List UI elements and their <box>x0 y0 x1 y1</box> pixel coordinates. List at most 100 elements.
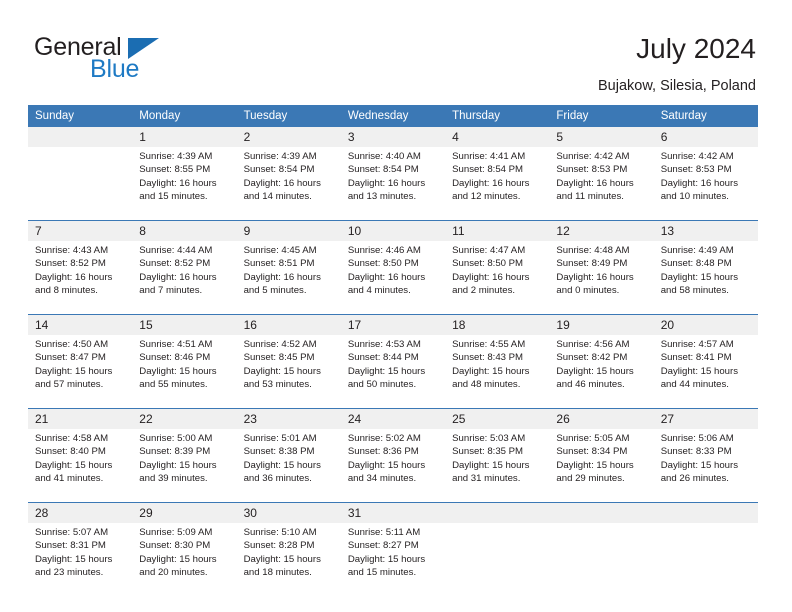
day-number[interactable]: 7 <box>28 220 133 241</box>
sunset-text: Sunset: 8:52 PM <box>35 258 106 270</box>
day-number[interactable]: 30 <box>236 502 341 523</box>
day-number[interactable]: 6 <box>653 127 758 147</box>
day-number[interactable]: 31 <box>340 502 446 523</box>
day-number[interactable]: 14 <box>28 314 133 335</box>
daylight-text: Daylight: 15 hours <box>347 459 426 471</box>
sunrise-text: Sunrise: 5:05 AM <box>556 433 630 444</box>
day-number[interactable]: 24 <box>340 408 446 429</box>
calendar-body: 1 2 3 4 5 6 Sunrise: 4:39 AM Sunset: 8:5… <box>28 127 758 596</box>
week-3-details: Sunrise: 4:50 AM Sunset: 8:47 PM Dayligh… <box>28 335 758 409</box>
sunrise-text: Sunrise: 4:58 AM <box>35 433 109 444</box>
day-details: Sunrise: 4:48 AM Sunset: 8:49 PM Dayligh… <box>549 241 654 315</box>
brand-name-blue: Blue <box>90 55 140 83</box>
daylight-text-cont: and 48 minutes. <box>452 379 521 391</box>
day-number[interactable]: 26 <box>549 408 654 429</box>
day-details: Sunrise: 4:50 AM Sunset: 8:47 PM Dayligh… <box>28 335 133 409</box>
daylight-text-cont: and 55 minutes. <box>139 379 208 391</box>
daylight-text-cont: and 4 minutes. <box>347 285 411 297</box>
day-number[interactable]: 4 <box>445 127 550 147</box>
day-details <box>445 523 550 596</box>
day-number[interactable]: 25 <box>445 408 550 429</box>
week-3-daynumbers: 14 15 16 17 18 19 20 <box>28 314 758 335</box>
weekday-header-sunday: Sunday <box>28 105 133 127</box>
day-number[interactable] <box>549 502 654 523</box>
day-number[interactable]: 10 <box>340 220 446 241</box>
day-details: Sunrise: 4:53 AM Sunset: 8:44 PM Dayligh… <box>340 335 446 409</box>
sunset-text: Sunset: 8:47 PM <box>35 352 106 364</box>
day-number[interactable]: 12 <box>549 220 654 241</box>
sunset-text: Sunset: 8:42 PM <box>556 352 628 364</box>
day-number[interactable] <box>28 127 133 147</box>
sunset-text: Sunset: 8:45 PM <box>243 352 315 364</box>
day-number[interactable]: 19 <box>549 314 654 335</box>
daylight-text: Daylight: 15 hours <box>452 459 530 471</box>
daylight-text-cont: and 29 minutes. <box>556 473 625 485</box>
sunrise-text: Sunrise: 4:48 AM <box>556 245 630 256</box>
day-number[interactable] <box>653 502 758 523</box>
day-number[interactable]: 21 <box>28 408 133 429</box>
day-number[interactable]: 20 <box>653 314 758 335</box>
day-number[interactable]: 22 <box>132 408 237 429</box>
sunset-text: Sunset: 8:28 PM <box>243 540 315 552</box>
daylight-text-cont: and 2 minutes. <box>452 285 516 297</box>
sunset-text: Sunset: 8:54 PM <box>452 164 524 176</box>
day-details: Sunrise: 5:06 AM Sunset: 8:33 PM Dayligh… <box>653 429 758 503</box>
day-details: Sunrise: 5:05 AM Sunset: 8:34 PM Dayligh… <box>549 429 654 503</box>
daylight-text: Daylight: 16 hours <box>347 177 426 189</box>
day-number[interactable]: 16 <box>236 314 341 335</box>
day-number[interactable]: 8 <box>132 220 237 241</box>
weekday-header-thursday: Thursday <box>445 105 550 127</box>
week-5-daynumbers: 28 29 30 31 <box>28 502 758 523</box>
brand-logo[interactable]: General Blue <box>34 33 234 89</box>
day-number[interactable]: 3 <box>340 127 446 147</box>
day-number[interactable]: 1 <box>132 127 237 147</box>
page-title: July 2024 <box>636 33 756 64</box>
day-details: Sunrise: 5:07 AM Sunset: 8:31 PM Dayligh… <box>28 523 133 596</box>
day-number[interactable]: 28 <box>28 502 133 523</box>
sunset-text: Sunset: 8:53 PM <box>660 164 732 176</box>
daylight-text: Daylight: 16 hours <box>139 271 217 283</box>
sunrise-text: Sunrise: 4:47 AM <box>452 245 526 256</box>
day-number[interactable]: 13 <box>653 220 758 241</box>
day-details: Sunrise: 4:39 AM Sunset: 8:54 PM Dayligh… <box>236 147 341 221</box>
day-details: Sunrise: 5:02 AM Sunset: 8:36 PM Dayligh… <box>340 429 446 503</box>
daylight-text-cont: and 44 minutes. <box>660 379 729 391</box>
sunset-text: Sunset: 8:55 PM <box>139 164 211 176</box>
day-details: Sunrise: 4:42 AM Sunset: 8:53 PM Dayligh… <box>653 147 758 221</box>
day-number[interactable]: 18 <box>445 314 550 335</box>
day-number[interactable]: 9 <box>236 220 341 241</box>
day-details: Sunrise: 5:00 AM Sunset: 8:39 PM Dayligh… <box>132 429 237 503</box>
sunset-text: Sunset: 8:51 PM <box>243 258 315 270</box>
sunrise-text: Sunrise: 4:42 AM <box>660 151 734 162</box>
day-details <box>28 147 133 221</box>
day-number[interactable]: 29 <box>132 502 237 523</box>
calendar-page: General Blue July 2024 Bujakow, Silesia,… <box>0 0 792 612</box>
day-details: Sunrise: 4:46 AM Sunset: 8:50 PM Dayligh… <box>340 241 446 315</box>
week-4-details: Sunrise: 4:58 AM Sunset: 8:40 PM Dayligh… <box>28 429 758 503</box>
daylight-text: Daylight: 15 hours <box>243 459 321 471</box>
day-number[interactable]: 17 <box>340 314 446 335</box>
day-number[interactable]: 27 <box>653 408 758 429</box>
day-number[interactable]: 5 <box>549 127 654 147</box>
sunrise-text: Sunrise: 5:01 AM <box>243 433 317 444</box>
day-number[interactable] <box>445 502 550 523</box>
sunset-text: Sunset: 8:53 PM <box>556 164 628 176</box>
daylight-text: Daylight: 16 hours <box>347 271 426 283</box>
sunset-text: Sunset: 8:30 PM <box>139 540 211 552</box>
day-number[interactable]: 2 <box>236 127 341 147</box>
daylight-text-cont: and 58 minutes. <box>660 285 729 297</box>
daylight-text: Daylight: 15 hours <box>660 365 739 377</box>
day-details: Sunrise: 4:58 AM Sunset: 8:40 PM Dayligh… <box>28 429 133 503</box>
sunset-text: Sunset: 8:41 PM <box>660 352 732 364</box>
weekday-header-friday: Friday <box>549 105 654 127</box>
daylight-text: Daylight: 15 hours <box>347 553 426 565</box>
day-number[interactable]: 11 <box>445 220 550 241</box>
day-number[interactable]: 23 <box>236 408 341 429</box>
calendar-table: Sunday Monday Tuesday Wednesday Thursday… <box>28 105 758 596</box>
daylight-text-cont: and 0 minutes. <box>556 285 620 297</box>
week-5-details: Sunrise: 5:07 AM Sunset: 8:31 PM Dayligh… <box>28 523 758 596</box>
daylight-text: Daylight: 16 hours <box>243 271 321 283</box>
sunrise-text: Sunrise: 4:45 AM <box>243 245 317 256</box>
day-number[interactable]: 15 <box>132 314 237 335</box>
sunset-text: Sunset: 8:50 PM <box>452 258 524 270</box>
